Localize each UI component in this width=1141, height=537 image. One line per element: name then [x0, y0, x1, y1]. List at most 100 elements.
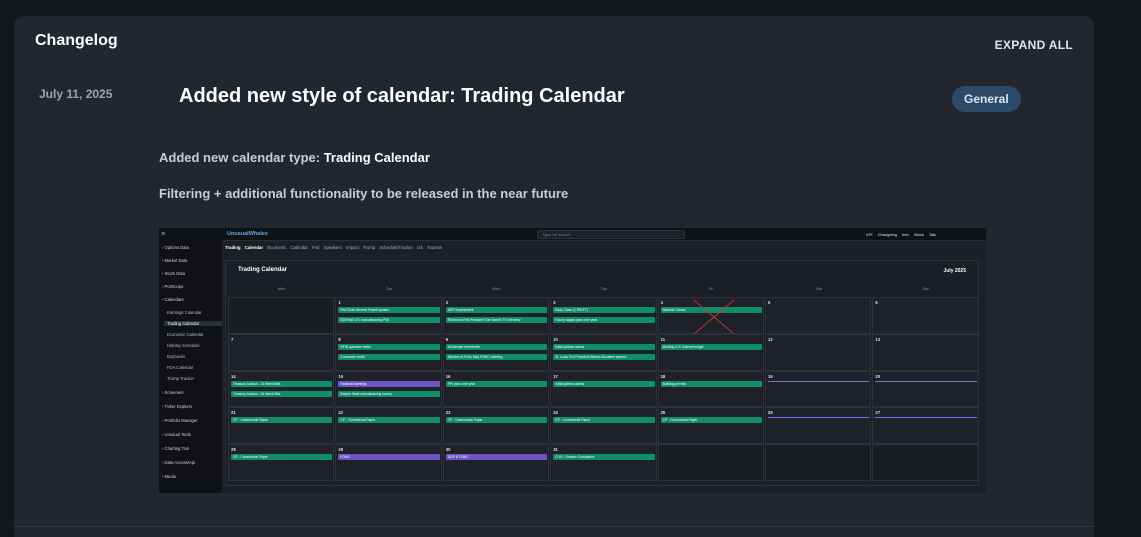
screenshot-sidebar-item: Holiday Schedule [167, 343, 200, 348]
screenshot-event: Initial jobless claims [553, 344, 655, 350]
screenshot-calendar-title: Trading Calendar [238, 267, 288, 273]
screenshot-day-number: 21 [231, 410, 236, 415]
screenshot-weekday-label: Sun [922, 286, 930, 291]
screenshot-day-number: 6 [875, 300, 878, 305]
screenshot-sidebar-item: › Market Data [162, 258, 188, 263]
screenshot-range-line [768, 417, 870, 418]
screenshot-logo: UnusualWhales [227, 231, 268, 237]
screenshot-event: St. Louis Fed President Alberto Musalem … [553, 354, 655, 360]
entry-divider [14, 526, 1094, 527]
screenshot-sidebar-item: › Calendars [162, 297, 184, 302]
screenshot-day-number: 1 [338, 300, 341, 305]
screenshot-day-cell: 25 CP - Commercial Paper [657, 407, 764, 444]
screenshot-day-cell: 30 GDP & FOMC [442, 444, 550, 481]
screenshot-day-number: 13 [875, 337, 881, 342]
screenshot-tabs-rest: Economic Calendar Fed Speakers Impact Tr… [267, 245, 443, 250]
screenshot-sidebar-item: › Screeners [162, 390, 184, 395]
screenshot-day-cell [228, 297, 335, 334]
screenshot-event: CP - Commercial Paper [231, 417, 333, 423]
screenshot-day-number: 12 [768, 337, 773, 342]
screenshot-day-cell: 7 [228, 334, 335, 371]
screenshot-day-cell [872, 444, 979, 481]
screenshot-sidebar-item: › Data Access/Api [162, 460, 196, 465]
screenshot-day-number: 19 [768, 374, 773, 379]
screenshot-sidebar-item: › Charting Tool [162, 446, 190, 451]
screenshot-event: Monthly U.S. federal budget [660, 344, 762, 350]
screenshot-sidebar-item: Buybacks [167, 354, 186, 359]
screenshot-day-cell: 18 Building permits [657, 371, 764, 407]
screenshot-day-cell: 12 [765, 334, 872, 371]
screenshot-day-cell: 11 Monthly U.S. federal budget [657, 334, 764, 371]
screenshot-event: Minutes of Fed's May FOMC meeting [445, 354, 548, 360]
screenshot-sidebar-item: Trading Calendar [164, 321, 222, 326]
screenshot-event: Early Close (1 PM ET) [553, 307, 655, 313]
category-badge: General [952, 86, 1021, 112]
screenshot-weekday-label: Wed [492, 286, 501, 291]
screenshot-day-cell: 17 Initial jobless claims [550, 371, 657, 407]
screenshot-event: Fastenal earnings [338, 381, 440, 387]
screenshot-day-cell: 20 [872, 371, 979, 407]
screenshot-sidebar-item: Trump Tracker [167, 376, 195, 381]
screenshot-day-number: 18 [660, 374, 666, 379]
screenshot-day-number: 2 [445, 300, 449, 305]
screenshot-event: CP - Commercial Paper [660, 417, 762, 423]
screenshot-day-cell: 1 Fed Chair Jerome Powell speaks ISM final… [335, 297, 442, 334]
screenshot-sidebar-item: › Portfolio Manager [162, 418, 198, 423]
changelog-card: Changelog EXPAND ALL July 11, 2025 Added… [14, 16, 1094, 537]
logo-prefix: Unusual [227, 231, 249, 237]
closed-x-icon [693, 299, 734, 335]
screenshot-day-cell: 15 Fastenal earnings Empire State manufact… [335, 371, 442, 407]
description-prefix: Added new calendar type: [159, 150, 324, 165]
screenshot-day-number: 15 [338, 374, 344, 379]
screenshot-event: Initial jobless claims [553, 381, 655, 387]
screenshot-sidebar-item: FDA Calendar [167, 365, 194, 370]
screenshot-day-cell: 31 G.19 - Finance Companies [550, 444, 657, 481]
screenshot-weekday-label: Mon [277, 286, 286, 291]
screenshot-day-cell: 6 [872, 297, 979, 334]
entry-description-line-1: Added new calendar type: Trading Calenda… [159, 150, 430, 165]
screenshot-day-cell: 26 [765, 407, 872, 444]
screenshot-event: Hourly wages year over year [553, 317, 655, 323]
screenshot-day-number: 26 [768, 410, 773, 415]
screenshot-event: FOMC [338, 454, 440, 460]
changelog-title: Changelog [35, 32, 118, 49]
screenshot-day-cell: 3 Early Close (1 PM ET) Hourly wages year … [550, 297, 657, 334]
screenshot-day-number: 7 [231, 337, 234, 342]
screenshot-weekday-label: Sat [815, 286, 822, 291]
screenshot-range-line [768, 381, 870, 382]
screenshot-day-cell: 5 [765, 297, 872, 334]
entry-title[interactable]: Added new style of calendar: Trading Cal… [179, 85, 625, 108]
screenshot-day-cell: 23 CP - Commercial Paper [442, 407, 550, 444]
screenshot-event: Consumer credit [338, 354, 440, 360]
screenshot-day-number: 11 [660, 337, 666, 342]
screenshot-sidebar-item: › Portscope [162, 284, 184, 289]
screenshot-event: Richmond Fed President Tom Barkin TV int… [445, 317, 548, 323]
screenshot-day-number: 22 [338, 410, 344, 415]
screenshot-weekday-label: Thu [600, 286, 608, 291]
screenshot-day-number: 14 [231, 374, 236, 379]
screenshot-day-number: 8 [338, 337, 341, 342]
screenshot-event: Treasury Auction - 26 Week Bills [231, 391, 333, 397]
screenshot-month-label: July 2025 [943, 268, 966, 274]
screenshot-day-cell [657, 444, 764, 481]
screenshot-event: NFIB optimism index [338, 344, 440, 350]
screenshot-event: GDP & FOMC [445, 454, 548, 460]
screenshot-day-number: 29 [338, 447, 344, 452]
screenshot-weekday-label: Tue [385, 286, 393, 291]
screenshot-day-number: 23 [445, 410, 451, 415]
screenshot-weekday-label: Fri [708, 286, 714, 291]
screenshot-event: CP - Commercial Paper [231, 454, 333, 460]
screenshot-day-cell: 19 [765, 371, 872, 407]
menu-icon: ≡ [161, 231, 166, 238]
expand-all-button[interactable]: EXPAND ALL [995, 38, 1073, 52]
screenshot-event: Treasury Auction - 13 Week Bills [231, 381, 333, 387]
screenshot-day-number: 5 [768, 300, 771, 305]
screenshot-day-number: 31 [553, 447, 558, 452]
screenshot-sidebar-item: › Options Data [162, 245, 189, 250]
screenshot-event: Wholesale inventories [445, 344, 548, 350]
screenshot-day-number: 27 [875, 410, 881, 415]
screenshot-sidebar-item: Economic Calendar [167, 332, 204, 337]
screenshot-sidebar-item: › Ticker Explorer [162, 404, 193, 409]
screenshot-day-cell: 24 CP - Commercial Paper [550, 407, 657, 444]
screenshot-sidebar-item: › Unusual Tools [162, 432, 191, 437]
